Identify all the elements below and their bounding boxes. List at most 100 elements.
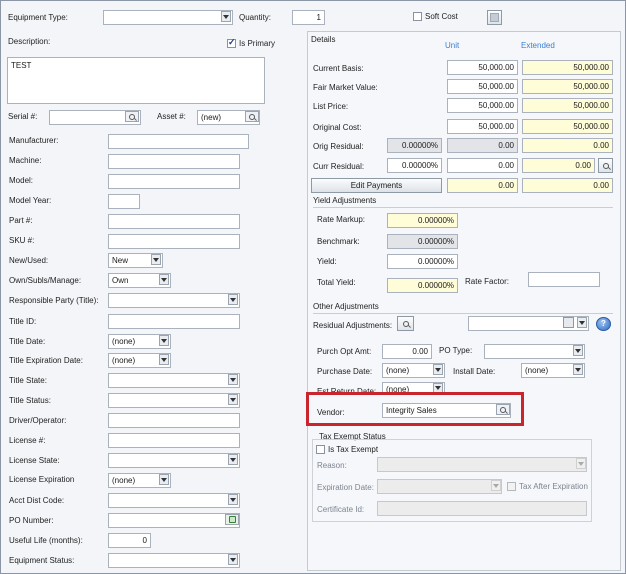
list-price-unit[interactable]: 50,000.00 bbox=[447, 98, 518, 113]
search-icon bbox=[602, 162, 609, 169]
model-year-field[interactable] bbox=[108, 194, 140, 209]
part-label: Part #: bbox=[9, 216, 33, 225]
original-cost-unit[interactable]: 50,000.00 bbox=[447, 119, 518, 134]
add-icon bbox=[228, 516, 236, 523]
help-icon[interactable]: ? bbox=[596, 317, 611, 331]
title-state-dropdown-icon[interactable] bbox=[228, 374, 238, 385]
quantity-label: Quantity: bbox=[239, 13, 272, 22]
driver-field[interactable] bbox=[108, 413, 240, 428]
soft-cost-button[interactable] bbox=[487, 10, 502, 25]
po-number-label: PO Number: bbox=[9, 516, 54, 525]
square-icon bbox=[490, 13, 499, 22]
yield-divider bbox=[313, 207, 613, 208]
equipment-type-label: Equipment Type: bbox=[8, 13, 68, 22]
tax-after-expiration-label: Tax After Expiration bbox=[519, 482, 588, 491]
purchase-date-label: Purchase Date: bbox=[317, 367, 373, 376]
search-icon bbox=[249, 113, 255, 120]
responsible-party-select[interactable] bbox=[108, 293, 240, 308]
equipment-status-label: Equipment Status: bbox=[9, 556, 75, 565]
own-label: Own/Subls/Manage: bbox=[9, 276, 82, 285]
title-date-dropdown-icon[interactable] bbox=[159, 335, 169, 346]
purch-opt-field[interactable]: 0.00 bbox=[382, 344, 432, 359]
calendar-icon[interactable] bbox=[563, 317, 574, 328]
rate-markup-label: Rate Markup: bbox=[317, 215, 366, 224]
other-adjustments-title: Other Adjustments bbox=[313, 302, 379, 311]
serial-lookup-button[interactable] bbox=[125, 111, 139, 122]
driver-label: Driver/Operator: bbox=[9, 416, 67, 425]
certificate-id-label: Certificate Id: bbox=[317, 505, 365, 514]
curr-residual-lookup-button[interactable] bbox=[598, 158, 613, 173]
useful-life-field[interactable]: 0 bbox=[108, 533, 151, 548]
certificate-id-field bbox=[377, 501, 587, 516]
serial-label: Serial #: bbox=[8, 112, 38, 121]
acct-dist-select[interactable] bbox=[108, 493, 240, 508]
is-tax-exempt-checkbox[interactable] bbox=[316, 445, 325, 454]
title-state-label: Title State: bbox=[9, 376, 47, 385]
equipment-status-dropdown-icon[interactable] bbox=[228, 554, 238, 565]
edit-payments-button[interactable]: Edit Payments bbox=[311, 178, 442, 193]
po-number-field[interactable] bbox=[108, 513, 240, 528]
search-icon bbox=[129, 113, 135, 120]
asset-lookup-button[interactable] bbox=[245, 111, 259, 122]
quantity-field[interactable]: 1 bbox=[292, 10, 325, 25]
curr-residual-pct[interactable]: 0.00000% bbox=[387, 158, 442, 173]
responsible-party-dropdown-icon[interactable] bbox=[228, 294, 238, 305]
current-basis-extended: 50,000.00 bbox=[522, 60, 613, 75]
extended-column-header: Extended bbox=[521, 41, 555, 50]
title-status-label: Title Status: bbox=[9, 396, 51, 405]
equipment-type-dropdown-icon[interactable] bbox=[221, 11, 231, 22]
title-exp-dropdown-icon[interactable] bbox=[159, 354, 169, 365]
po-type-dropdown-icon[interactable] bbox=[573, 345, 583, 356]
purch-opt-label: Purch Opt Amt: bbox=[317, 347, 372, 356]
po-number-lookup-button[interactable] bbox=[225, 514, 239, 525]
rate-factor-field[interactable] bbox=[528, 272, 600, 287]
description-label: Description: bbox=[8, 37, 51, 46]
title-status-select[interactable] bbox=[108, 393, 240, 408]
title-state-select[interactable] bbox=[108, 373, 240, 388]
install-date-dropdown-icon[interactable] bbox=[573, 364, 583, 375]
equipment-type-select[interactable] bbox=[103, 10, 233, 25]
tax-after-expiration-checkbox bbox=[507, 482, 516, 491]
license-state-select[interactable] bbox=[108, 453, 240, 468]
yield-field[interactable]: 0.00000% bbox=[387, 254, 458, 269]
residual-adjustments-label: Residual Adjustments: bbox=[313, 321, 393, 330]
title-date-label: Title Date: bbox=[9, 337, 46, 346]
original-cost-extended: 50,000.00 bbox=[522, 119, 613, 134]
description-textarea[interactable]: TEST bbox=[7, 57, 265, 104]
rate-markup-field[interactable]: 0.00000% bbox=[387, 213, 458, 228]
own-dropdown-icon[interactable] bbox=[159, 274, 169, 285]
residual-adjustments-dropdown-icon[interactable] bbox=[577, 317, 587, 328]
acct-dist-dropdown-icon[interactable] bbox=[228, 494, 238, 505]
curr-residual-label: Curr Residual: bbox=[313, 162, 365, 171]
fmv-unit[interactable]: 50,000.00 bbox=[447, 79, 518, 94]
part-field[interactable] bbox=[108, 214, 240, 229]
machine-field[interactable] bbox=[108, 154, 240, 169]
purchase-date-dropdown-icon[interactable] bbox=[433, 364, 443, 375]
license-exp-dropdown-icon[interactable] bbox=[159, 474, 169, 485]
curr-residual-unit[interactable]: 0.00 bbox=[447, 158, 518, 173]
title-status-dropdown-icon[interactable] bbox=[228, 394, 238, 405]
acct-dist-label: Acct Dist Code: bbox=[9, 496, 65, 505]
license-no-field[interactable] bbox=[108, 433, 240, 448]
expiration-date-select bbox=[377, 479, 502, 494]
title-id-field[interactable] bbox=[108, 314, 240, 329]
list-price-label: List Price: bbox=[313, 102, 349, 111]
residual-adjustments-button[interactable] bbox=[397, 316, 414, 331]
sku-field[interactable] bbox=[108, 234, 240, 249]
other-divider bbox=[313, 313, 613, 314]
orig-residual-label: Orig Residual: bbox=[313, 142, 364, 151]
rate-factor-label: Rate Factor: bbox=[465, 277, 510, 286]
orig-residual-pct: 0.00000% bbox=[387, 138, 442, 153]
is-primary-checkbox[interactable] bbox=[227, 37, 236, 48]
manufacturer-field[interactable] bbox=[108, 134, 249, 149]
is-primary-label: Is Primary bbox=[239, 39, 275, 48]
po-type-select[interactable] bbox=[484, 344, 585, 359]
reason-label: Reason: bbox=[317, 461, 347, 470]
model-field[interactable] bbox=[108, 174, 240, 189]
po-type-label: PO Type: bbox=[439, 346, 473, 355]
current-basis-unit[interactable]: 50,000.00 bbox=[447, 60, 518, 75]
equipment-status-select[interactable] bbox=[108, 553, 240, 568]
new-used-dropdown-icon[interactable] bbox=[151, 254, 161, 265]
soft-cost-checkbox[interactable] bbox=[413, 12, 422, 21]
license-state-dropdown-icon[interactable] bbox=[228, 454, 238, 465]
